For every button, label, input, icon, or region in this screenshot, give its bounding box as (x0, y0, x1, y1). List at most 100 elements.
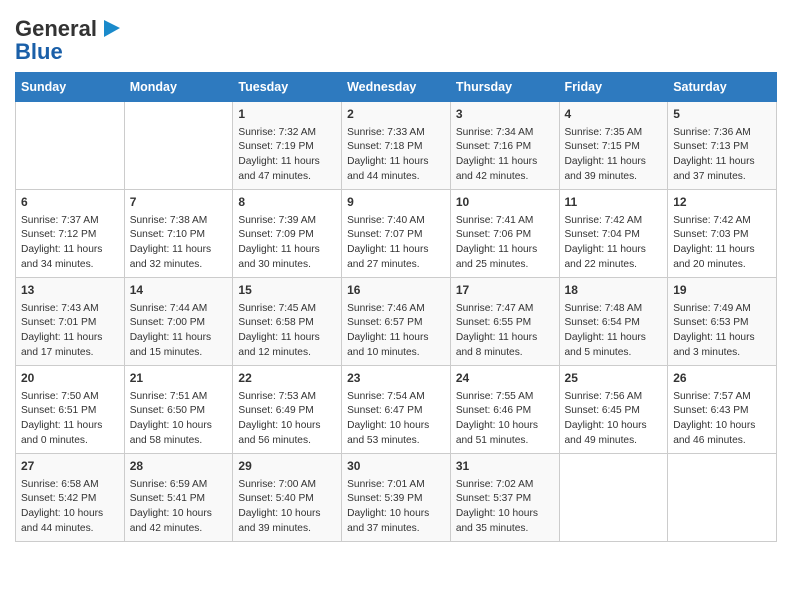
calendar-week-row: 6 Sunrise: 7:37 AM Sunset: 7:12 PM Daylig… (16, 190, 777, 278)
col-sunday: Sunday (16, 73, 125, 102)
day-info: Sunrise: 7:45 AM Sunset: 6:58 PM Dayligh… (238, 302, 336, 361)
day-number: 24 (456, 370, 554, 387)
day-info: Sunrise: 7:46 AM Sunset: 6:57 PM Dayligh… (347, 302, 445, 361)
day-info: Sunrise: 7:55 AM Sunset: 6:46 PM Dayligh… (456, 390, 554, 449)
day-number: 12 (673, 194, 771, 211)
day-number: 19 (673, 282, 771, 299)
day-info: Sunrise: 7:34 AM Sunset: 7:16 PM Dayligh… (456, 126, 554, 185)
day-info: Sunrise: 7:53 AM Sunset: 6:49 PM Dayligh… (238, 390, 336, 449)
calendar-cell: 21Sunrise: 7:51 AM Sunset: 6:50 PM Dayli… (124, 366, 233, 454)
col-thursday: Thursday (450, 73, 559, 102)
col-monday: Monday (124, 73, 233, 102)
calendar-cell: 15 Sunrise: 7:45 AM Sunset: 6:58 PM Dayli… (233, 278, 342, 366)
day-info: Sunrise: 7:36 AM Sunset: 7:13 PM Dayligh… (673, 126, 771, 185)
calendar-cell (559, 454, 668, 542)
calendar-cell: 19 Sunrise: 7:49 AM Sunset: 6:53 PM Dayli… (668, 278, 777, 366)
calendar-cell: 3 Sunrise: 7:34 AM Sunset: 7:16 PM Daylig… (450, 102, 559, 190)
calendar-week-row: 1Sunrise: 7:32 AM Sunset: 7:19 PM Daylig… (16, 102, 777, 190)
day-number: 17 (456, 282, 554, 299)
day-number: 18 (565, 282, 663, 299)
day-info: Sunrise: 7:54 AM Sunset: 6:47 PM Dayligh… (347, 390, 445, 449)
page-header: General Blue (15, 10, 777, 64)
logo-text-general: General (15, 17, 97, 41)
day-number: 26 (673, 370, 771, 387)
day-number: 21 (130, 370, 228, 387)
calendar-cell: 5 Sunrise: 7:36 AM Sunset: 7:13 PM Daylig… (668, 102, 777, 190)
calendar-cell: 25Sunrise: 7:56 AM Sunset: 6:45 PM Dayli… (559, 366, 668, 454)
day-info: Sunrise: 7:37 AM Sunset: 7:12 PM Dayligh… (21, 214, 119, 273)
day-info: Sunrise: 7:32 AM Sunset: 7:19 PM Dayligh… (238, 126, 336, 185)
day-info: Sunrise: 7:33 AM Sunset: 7:18 PM Dayligh… (347, 126, 445, 185)
day-info: Sunrise: 7:57 AM Sunset: 6:43 PM Dayligh… (673, 390, 771, 449)
calendar-cell (124, 102, 233, 190)
day-number: 30 (347, 458, 445, 475)
day-number: 28 (130, 458, 228, 475)
calendar-cell: 18 Sunrise: 7:48 AM Sunset: 6:54 PM Dayli… (559, 278, 668, 366)
calendar-cell: 27 Sunrise: 6:58 AM Sunset: 5:42 PM Dayli… (16, 454, 125, 542)
day-number: 16 (347, 282, 445, 299)
calendar-cell: 6 Sunrise: 7:37 AM Sunset: 7:12 PM Daylig… (16, 190, 125, 278)
calendar-cell: 11Sunrise: 7:42 AM Sunset: 7:04 PM Dayli… (559, 190, 668, 278)
day-info: Sunrise: 7:47 AM Sunset: 6:55 PM Dayligh… (456, 302, 554, 361)
calendar-cell: 17 Sunrise: 7:47 AM Sunset: 6:55 PM Dayli… (450, 278, 559, 366)
day-info: Sunrise: 7:38 AM Sunset: 7:10 PM Dayligh… (130, 214, 228, 273)
calendar-cell: 30 Sunrise: 7:01 AM Sunset: 5:39 PM Dayli… (342, 454, 451, 542)
col-saturday: Saturday (668, 73, 777, 102)
calendar-cell: 16 Sunrise: 7:46 AM Sunset: 6:57 PM Dayli… (342, 278, 451, 366)
calendar-week-row: 27 Sunrise: 6:58 AM Sunset: 5:42 PM Dayli… (16, 454, 777, 542)
day-info: Sunrise: 7:43 AM Sunset: 7:01 PM Dayligh… (21, 302, 119, 361)
day-number: 6 (21, 194, 119, 211)
day-info: Sunrise: 7:50 AM Sunset: 6:51 PM Dayligh… (21, 390, 119, 449)
calendar-cell (16, 102, 125, 190)
day-number: 9 (347, 194, 445, 211)
day-number: 23 (347, 370, 445, 387)
day-number: 14 (130, 282, 228, 299)
day-number: 4 (565, 106, 663, 123)
day-info: Sunrise: 6:59 AM Sunset: 5:41 PM Dayligh… (130, 478, 228, 537)
header-row: Sunday Monday Tuesday Wednesday Thursday… (16, 73, 777, 102)
calendar-cell: 1Sunrise: 7:32 AM Sunset: 7:19 PM Daylig… (233, 102, 342, 190)
col-friday: Friday (559, 73, 668, 102)
calendar-cell: 9 Sunrise: 7:40 AM Sunset: 7:07 PM Daylig… (342, 190, 451, 278)
calendar-cell: 4 Sunrise: 7:35 AM Sunset: 7:15 PM Daylig… (559, 102, 668, 190)
calendar-week-row: 20Sunrise: 7:50 AM Sunset: 6:51 PM Dayli… (16, 366, 777, 454)
calendar-cell: 12Sunrise: 7:42 AM Sunset: 7:03 PM Dayli… (668, 190, 777, 278)
day-number: 27 (21, 458, 119, 475)
logo-text-blue: Blue (15, 40, 63, 64)
day-info: Sunrise: 7:35 AM Sunset: 7:15 PM Dayligh… (565, 126, 663, 185)
day-info: Sunrise: 7:01 AM Sunset: 5:39 PM Dayligh… (347, 478, 445, 537)
calendar-cell: 23 Sunrise: 7:54 AM Sunset: 6:47 PM Dayli… (342, 366, 451, 454)
day-info: Sunrise: 7:44 AM Sunset: 7:00 PM Dayligh… (130, 302, 228, 361)
day-info: Sunrise: 7:00 AM Sunset: 5:40 PM Dayligh… (238, 478, 336, 537)
calendar-cell: 20Sunrise: 7:50 AM Sunset: 6:51 PM Dayli… (16, 366, 125, 454)
calendar-cell: 31 Sunrise: 7:02 AM Sunset: 5:37 PM Dayli… (450, 454, 559, 542)
day-number: 25 (565, 370, 663, 387)
day-number: 31 (456, 458, 554, 475)
calendar-cell: 10 Sunrise: 7:41 AM Sunset: 7:06 PM Dayli… (450, 190, 559, 278)
day-number: 2 (347, 106, 445, 123)
day-number: 8 (238, 194, 336, 211)
day-number: 29 (238, 458, 336, 475)
day-number: 3 (456, 106, 554, 123)
day-info: Sunrise: 7:48 AM Sunset: 6:54 PM Dayligh… (565, 302, 663, 361)
day-info: Sunrise: 7:02 AM Sunset: 5:37 PM Dayligh… (456, 478, 554, 537)
day-info: Sunrise: 7:49 AM Sunset: 6:53 PM Dayligh… (673, 302, 771, 361)
calendar-week-row: 13Sunrise: 7:43 AM Sunset: 7:01 PM Dayli… (16, 278, 777, 366)
calendar-cell (668, 454, 777, 542)
day-number: 22 (238, 370, 336, 387)
day-number: 11 (565, 194, 663, 211)
day-number: 7 (130, 194, 228, 211)
day-info: Sunrise: 6:58 AM Sunset: 5:42 PM Dayligh… (21, 478, 119, 537)
day-info: Sunrise: 7:41 AM Sunset: 7:06 PM Dayligh… (456, 214, 554, 273)
day-number: 5 (673, 106, 771, 123)
day-info: Sunrise: 7:39 AM Sunset: 7:09 PM Dayligh… (238, 214, 336, 273)
calendar-cell: 29 Sunrise: 7:00 AM Sunset: 5:40 PM Dayli… (233, 454, 342, 542)
day-number: 15 (238, 282, 336, 299)
calendar-cell: 28 Sunrise: 6:59 AM Sunset: 5:41 PM Dayli… (124, 454, 233, 542)
col-wednesday: Wednesday (342, 73, 451, 102)
day-info: Sunrise: 7:40 AM Sunset: 7:07 PM Dayligh… (347, 214, 445, 273)
calendar-cell: 2 Sunrise: 7:33 AM Sunset: 7:18 PM Daylig… (342, 102, 451, 190)
day-number: 10 (456, 194, 554, 211)
logo: General Blue (15, 15, 122, 64)
calendar-cell: 8 Sunrise: 7:39 AM Sunset: 7:09 PM Daylig… (233, 190, 342, 278)
